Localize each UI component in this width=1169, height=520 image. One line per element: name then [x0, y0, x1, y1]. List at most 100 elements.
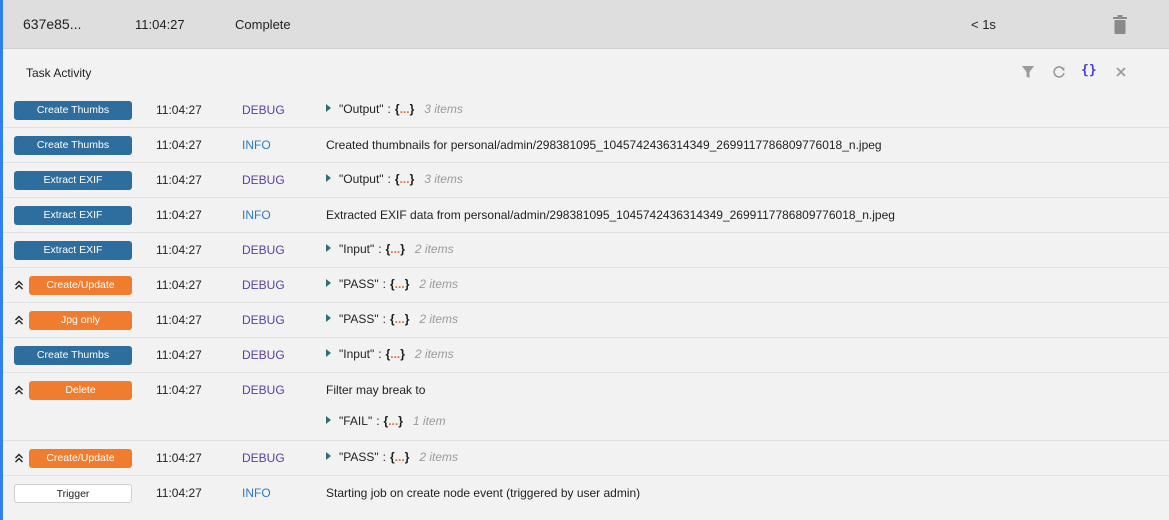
json-separator: : [382, 277, 386, 291]
log-row: Create Thumbs 11:04:27 INFO Created thum… [3, 128, 1169, 163]
caret-right-icon[interactable] [326, 174, 331, 182]
json-item-count: 2 items [419, 312, 459, 326]
task-tag[interactable]: Create/Update [29, 449, 132, 468]
caret-right-icon[interactable] [326, 279, 331, 287]
json-key: "PASS" [339, 277, 379, 291]
json-item-count: 3 items [424, 102, 463, 116]
json-separator: : [378, 242, 382, 256]
task-tag[interactable]: Jpg only [29, 311, 132, 330]
caret-right-icon[interactable] [326, 416, 331, 424]
json-key: "FAIL" [339, 414, 373, 428]
log-time: 11:04:27 [156, 138, 202, 152]
json-ellipsis: ... [388, 414, 399, 428]
caret-right-icon[interactable] [326, 104, 331, 112]
json-key: "Input" [339, 347, 375, 361]
task-tag[interactable]: Create/Update [29, 276, 132, 295]
log-row: Trigger 11:04:27 INFO Starting job on cr… [3, 476, 1169, 511]
job-status: Complete [235, 17, 291, 32]
json-ellipsis: ... [390, 347, 401, 361]
json-separator: : [382, 450, 386, 464]
json-node[interactable]: "PASS": {...} 2 items [326, 277, 458, 291]
caret-right-icon[interactable] [326, 349, 331, 357]
json-key: "Input" [339, 242, 375, 256]
log-time: 11:04:27 [156, 451, 202, 465]
log-time: 11:04:27 [156, 313, 202, 327]
json-node[interactable]: "Input": {...} 2 items [326, 347, 454, 361]
json-brace-close: } [404, 450, 410, 464]
json-separator: : [378, 347, 382, 361]
double-chevron-up-icon[interactable] [14, 384, 24, 396]
log-time: 11:04:27 [156, 348, 202, 362]
caret-right-icon[interactable] [326, 452, 331, 460]
json-item-count: 1 item [412, 414, 446, 428]
caret-right-icon[interactable] [326, 314, 331, 322]
log-row: Create Thumbs 11:04:27 DEBUG "Input": {..… [3, 338, 1169, 373]
task-tag[interactable]: Create Thumbs [14, 101, 132, 120]
json-item-count: 3 items [424, 172, 463, 186]
json-key: "PASS" [339, 312, 379, 326]
log-level: DEBUG [242, 173, 285, 187]
log-level: DEBUG [242, 451, 285, 465]
log-row: Create/Update 11:04:27 DEBUG "PASS": {...… [3, 441, 1169, 476]
job-id: 637e85... [23, 16, 82, 32]
log-row: Create/Update 11:04:27 DEBUG "PASS": {...… [3, 268, 1169, 303]
task-tag[interactable]: Trigger [14, 484, 132, 503]
log-level: DEBUG [242, 313, 285, 327]
log-time: 11:04:27 [156, 243, 202, 257]
log-time: 11:04:27 [156, 486, 202, 500]
log-time: 11:04:27 [156, 383, 202, 397]
json-brace-close: } [409, 102, 415, 116]
refresh-icon[interactable] [1051, 64, 1067, 80]
log-time: 11:04:27 [156, 173, 202, 187]
json-view-toggle[interactable]: {} [1081, 63, 1097, 79]
log-row: Extract EXIF 11:04:27 DEBUG "Input": {...… [3, 233, 1169, 268]
json-ellipsis: ... [399, 172, 410, 186]
json-brace-close: } [400, 347, 405, 361]
task-activity-title: Task Activity [26, 66, 92, 80]
log-row: Extract EXIF 11:04:27 INFO Extracted EXI… [3, 198, 1169, 233]
json-brace-close: } [404, 312, 410, 326]
log-level: INFO [242, 486, 271, 500]
trash-icon[interactable] [1113, 15, 1127, 34]
json-brace-close: } [398, 414, 403, 428]
json-item-count: 2 items [419, 277, 459, 291]
log-message: Extracted EXIF data from personal/admin/… [326, 208, 895, 222]
log-level: DEBUG [242, 243, 285, 257]
json-key: "Output" [339, 102, 384, 116]
log-row: Create Thumbs 11:04:27 DEBUG "Output": {.… [3, 93, 1169, 128]
log-level: INFO [242, 138, 271, 152]
json-node[interactable]: "FAIL": {...} 1 item [326, 414, 446, 428]
json-node[interactable]: "PASS": {...} 2 items [326, 450, 458, 464]
json-node[interactable]: "Input": {...} 2 items [326, 242, 454, 256]
caret-right-icon[interactable] [326, 244, 331, 252]
task-tag[interactable]: Delete [29, 381, 132, 400]
task-tag[interactable]: Extract EXIF [14, 206, 132, 225]
json-node[interactable]: "Output": {...} 3 items [326, 102, 463, 116]
double-chevron-up-icon[interactable] [14, 314, 24, 326]
double-chevron-up-icon[interactable] [14, 279, 24, 291]
job-duration: < 1s [971, 17, 996, 32]
log-level: DEBUG [242, 383, 285, 397]
json-brace-close: } [409, 172, 415, 186]
log-level: DEBUG [242, 278, 285, 292]
json-item-count: 2 items [419, 450, 459, 464]
json-separator: : [382, 312, 386, 326]
json-item-count: 2 items [414, 347, 454, 361]
task-tag[interactable]: Create Thumbs [14, 136, 132, 155]
log-row: Jpg only 11:04:27 DEBUG "PASS": {...} 2 it… [3, 303, 1169, 338]
filter-icon[interactable] [1020, 64, 1036, 80]
task-tag[interactable]: Create Thumbs [14, 346, 132, 365]
log-message: Created thumbnails for personal/admin/29… [326, 138, 882, 152]
task-tag[interactable]: Extract EXIF [14, 241, 132, 260]
job-summary-row[interactable]: 637e85... 11:04:27 Complete < 1s [3, 0, 1169, 49]
json-node[interactable]: "PASS": {...} 2 items [326, 312, 458, 326]
log-level: DEBUG [242, 103, 285, 117]
double-chevron-up-icon[interactable] [14, 452, 24, 464]
json-node[interactable]: "Output": {...} 3 items [326, 172, 463, 186]
log-message: Starting job on create node event (trigg… [326, 486, 641, 500]
json-brace-close: } [400, 242, 405, 256]
close-icon[interactable] [1113, 64, 1129, 80]
log-time: 11:04:27 [156, 278, 202, 292]
task-tag[interactable]: Extract EXIF [14, 171, 132, 190]
log-level: DEBUG [242, 348, 285, 362]
